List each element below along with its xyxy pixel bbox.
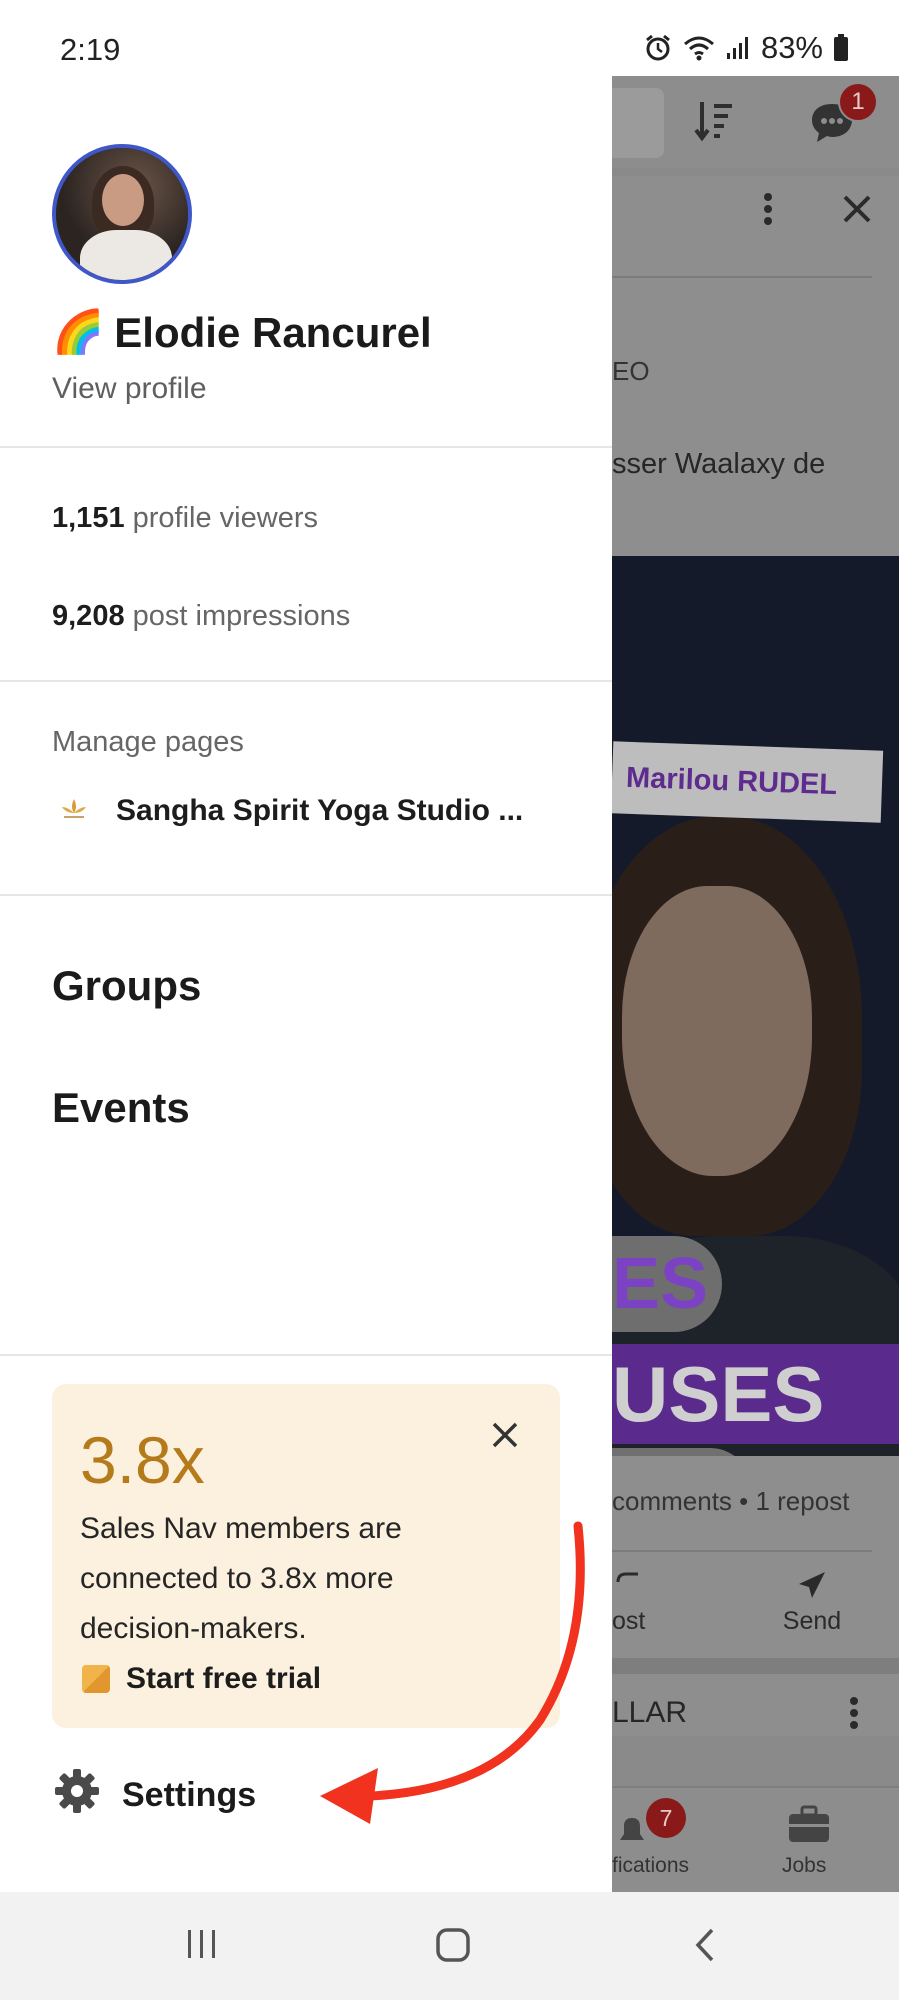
view-profile-link[interactable]: View profile	[52, 372, 207, 406]
sort-icon[interactable]	[692, 98, 738, 149]
settings-label: Settings	[122, 1776, 257, 1814]
groups-link[interactable]: Groups	[52, 962, 201, 1010]
start-free-trial-button[interactable]: Start free trial	[82, 1662, 321, 1696]
wifi-icon	[683, 34, 715, 62]
repost-label: ost	[612, 1607, 646, 1635]
post-impressions-count: 9,208	[52, 600, 125, 632]
notifications-tab-label[interactable]: fications	[612, 1854, 689, 1878]
divider	[0, 680, 612, 682]
post-impressions-metric[interactable]: 9,208 post impressions	[52, 600, 350, 633]
image-name-tag: Marilou RUDEL	[612, 741, 884, 823]
notifications-badge: 7	[646, 1798, 686, 1838]
avatar-body	[80, 230, 172, 280]
profile-viewers-label: profile viewers	[132, 502, 318, 534]
post-author-title: EO	[612, 356, 650, 386]
image-face	[622, 886, 812, 1176]
close-icon[interactable]	[490, 1420, 520, 1455]
more-options-icon[interactable]	[762, 192, 774, 231]
managed-page-item[interactable]: Sangha Spirit Yoga Studio ...	[58, 794, 523, 828]
next-post-more-icon[interactable]	[848, 1696, 860, 1735]
lotus-logo-icon	[58, 795, 90, 828]
repost-icon	[612, 1570, 645, 1607]
start-free-trial-label: Start free trial	[126, 1662, 322, 1695]
promo-headline: 3.8x	[80, 1423, 205, 1497]
divider	[612, 276, 872, 278]
settings-button[interactable]: Settings	[54, 1768, 256, 1823]
send-action[interactable]: Send	[772, 1570, 852, 1636]
post-image[interactable]: Marilou RUDEL ES USES EO	[612, 556, 899, 1456]
send-icon	[772, 1570, 852, 1607]
profile-name-text: Elodie Rancurel	[114, 308, 432, 356]
manage-pages-label: Manage pages	[52, 726, 244, 758]
home-icon[interactable]	[434, 1926, 472, 1969]
profile-viewers-metric[interactable]: 1,151 profile viewers	[52, 502, 318, 535]
status-bar: 2:19 83%	[0, 0, 899, 100]
managed-page-name: Sangha Spirit Yoga Studio ...	[116, 794, 524, 827]
repost-action[interactable]: ost	[612, 1570, 645, 1636]
status-time: 2:19	[60, 32, 121, 67]
divider	[612, 1550, 872, 1552]
image-word-1: ES	[612, 1236, 722, 1332]
avatar-face	[102, 174, 144, 226]
post-stats[interactable]: comments • 1 repost	[612, 1486, 849, 1517]
post-impressions-label: post impressions	[132, 600, 351, 632]
alarm-icon	[643, 33, 673, 63]
image-word-2: USES	[612, 1344, 899, 1444]
post-text-snippet: sser Waalaxy de	[612, 448, 826, 480]
battery-icon	[833, 34, 849, 62]
next-post-title: LLAR	[612, 1696, 688, 1729]
feed-separator	[612, 1658, 899, 1674]
divider	[0, 894, 612, 896]
events-link[interactable]: Events	[52, 1084, 190, 1132]
divider	[0, 1354, 612, 1356]
profile-viewers-count: 1,151	[52, 502, 125, 534]
signal-icon	[725, 35, 751, 61]
background-feed[interactable]: 1 EO sser Waalaxy de Marilou RUDEL ES US…	[612, 76, 899, 1892]
divider	[0, 446, 612, 448]
gear-icon	[54, 1768, 100, 1823]
annotation-arrow	[320, 1521, 585, 1824]
back-icon[interactable]	[690, 1926, 720, 1969]
jobs-tab-label[interactable]: Jobs	[782, 1854, 826, 1878]
avatar[interactable]	[52, 144, 192, 284]
rainbow-emoji: 🌈	[52, 308, 105, 355]
status-icons: 83%	[643, 30, 849, 66]
profile-name[interactable]: 🌈 Elodie Rancurel	[52, 308, 432, 357]
jobs-briefcase-icon[interactable]	[786, 1804, 832, 1849]
sales-nav-icon	[82, 1665, 110, 1693]
bottom-nav: 7 fications Jobs	[612, 1786, 899, 1892]
battery-percentage: 83%	[760, 30, 823, 65]
send-label: Send	[782, 1607, 842, 1635]
dismiss-post-icon[interactable]	[840, 192, 874, 231]
system-navigation-bar	[0, 1892, 899, 2000]
recent-apps-icon[interactable]	[184, 1926, 220, 1967]
